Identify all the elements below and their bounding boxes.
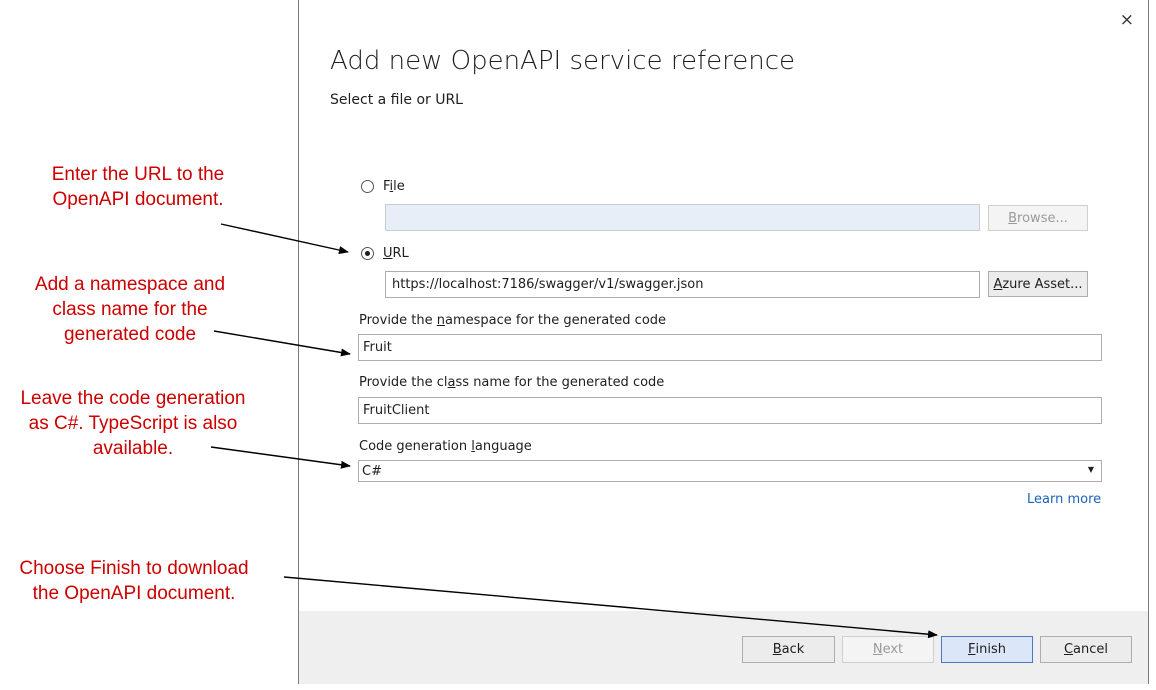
arrow-to-finish-button [283, 576, 938, 639]
annotation-arrows [210, 223, 938, 639]
arrow-to-namespace-field [213, 330, 351, 357]
arrow-to-url-option [220, 223, 349, 254]
arrow-to-language-select [210, 446, 351, 469]
